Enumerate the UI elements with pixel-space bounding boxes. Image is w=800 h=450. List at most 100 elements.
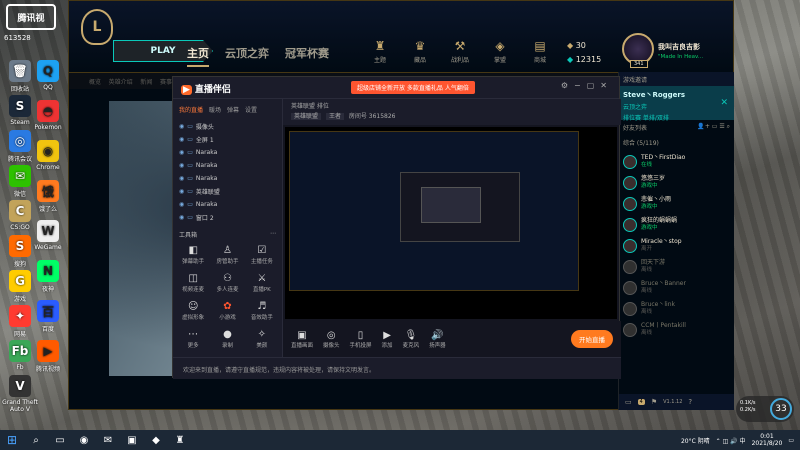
top-nav-3[interactable]: ◈ 掌盟 <box>483 39 517 64</box>
start-button[interactable]: ⊞ <box>0 430 24 450</box>
promo-banner[interactable]: 超级店铺全新开放 多款直播礼品 人气翻倍 <box>351 81 475 94</box>
friend-row[interactable]: TED丶FirstDiao 在线 <box>619 151 734 172</box>
eye-icon[interactable]: ◉ <box>179 214 184 221</box>
help-icon[interactable]: ? <box>688 398 692 406</box>
top-nav-0[interactable]: ♜ 主题 <box>363 39 397 64</box>
taskbar-app-icon[interactable]: ✉ <box>96 430 120 450</box>
subnav-news[interactable]: 新闻 <box>140 79 152 86</box>
add-friend-icon[interactable]: 👤+ ▭ ☰ ⌕ <box>697 123 730 131</box>
start-live-button[interactable]: 开始直播 <box>571 330 613 348</box>
toolbox-item[interactable]: ⚔ 直播PK <box>246 273 278 299</box>
eye-icon[interactable]: ◉ <box>179 188 184 195</box>
tray-icons[interactable]: ⌃ ◫ 🔊 中 <box>716 436 746 445</box>
desktop-icon[interactable]: 饿饿了么 <box>28 180 68 213</box>
toolbox-item[interactable]: ● 录制 <box>211 329 243 355</box>
friend-row[interactable]: Miracle丶stop 离开 <box>619 235 734 256</box>
source-layer[interactable]: ◉ ▭ Naraka <box>173 198 282 211</box>
tab-tft[interactable]: 云顶之弈 <box>225 45 269 61</box>
clock[interactable]: 0:01 2021/8/20 <box>752 433 783 447</box>
toolbox-item[interactable]: ☺ 虚拟形象 <box>177 301 209 327</box>
desktop-icon[interactable]: ◉ Chrome <box>28 140 68 171</box>
decline-invite-icon[interactable]: ✕ <box>720 98 728 108</box>
toolbox-item[interactable]: ♙ 房管助手 <box>211 245 243 271</box>
lock-icon[interactable]: ▭ <box>187 188 193 195</box>
friend-row[interactable]: CCM丨Pentakill 离线 <box>619 319 734 340</box>
desktop-icon[interactable]: N 夜神 <box>28 260 68 293</box>
taskbar-app-icon[interactable]: ⌕ <box>24 430 48 450</box>
desktop-icon[interactable]: ▶ 腾讯视频 <box>28 340 68 373</box>
room-title[interactable]: 英雄联盟 排位 <box>291 103 329 110</box>
summoner-status[interactable]: "Made In Heav... <box>658 54 703 60</box>
friend-group-header[interactable]: 综合 (5/119) <box>619 134 734 151</box>
tab-warmup[interactable]: 暖场 <box>209 105 221 114</box>
lock-icon[interactable]: ▭ <box>187 149 193 156</box>
taskbar-app-icon[interactable]: ♜ <box>168 430 192 450</box>
window-controls[interactable]: ⚙−▢✕ <box>561 81 613 90</box>
source-layer[interactable]: ◉ ▭ Naraka <box>173 159 282 172</box>
source-layer[interactable]: ◉ ▭ 全屏 1 <box>173 133 282 146</box>
lock-icon[interactable]: ▭ <box>187 201 193 208</box>
lock-icon[interactable]: ▭ <box>187 175 193 182</box>
eye-icon[interactable]: ◉ <box>179 136 184 143</box>
top-nav-1[interactable]: ♛ 藏品 <box>403 39 437 64</box>
lock-icon[interactable]: ▭ <box>187 214 193 221</box>
source-layer[interactable]: ◉ ▭ Naraka <box>173 172 282 185</box>
eye-icon[interactable]: ◉ <box>179 201 184 208</box>
friend-row[interactable]: Bruce丶link 离线 <box>619 298 734 319</box>
eye-icon[interactable]: ◉ <box>179 162 184 169</box>
notification-icon[interactable]: ▭ <box>788 437 794 444</box>
friend-row[interactable]: 悠悠三岁 游戏中 <box>619 172 734 193</box>
tab-home[interactable]: 主页 <box>187 45 209 67</box>
toolbox-item[interactable]: ⚇ 多人连麦 <box>211 273 243 299</box>
stream-control-button[interactable]: 🔊 扬声器 <box>429 330 446 349</box>
toolbox-more-icon[interactable]: ⋯ <box>270 230 276 239</box>
toolbox-item[interactable]: ◧ 弹幕助手 <box>177 245 209 271</box>
source-layer[interactable]: ◉ ▭ 英雄联盟 <box>173 185 282 198</box>
stream-control-button[interactable]: ▣ 直播画面 <box>291 330 313 349</box>
stream-control-button[interactable]: ▯ 手机投屏 <box>350 330 372 349</box>
lock-icon[interactable]: ▭ <box>187 136 193 143</box>
desktop-icon[interactable]: Q QQ <box>28 60 68 91</box>
friend-row[interactable]: 回天下游 离线 <box>619 256 734 277</box>
performance-widget[interactable]: 0.1K/s 0.2K/s 33 <box>736 396 794 422</box>
tab-my-live[interactable]: 我的直播 <box>179 105 203 114</box>
toolbox-item[interactable]: ☑ 主播任务 <box>246 245 278 271</box>
stream-control-button[interactable]: 🎙 麦克风 <box>403 330 420 349</box>
desktop-icon[interactable]: V Grand Theft Auto V <box>0 375 40 413</box>
top-nav-2[interactable]: ⚒ 战利品 <box>443 39 477 64</box>
stream-control-button[interactable]: ◎ 摄像头 <box>323 330 340 349</box>
toolbox-item[interactable]: ✿ 小游戏 <box>211 301 243 327</box>
desktop-icon[interactable]: W WeGame <box>28 220 68 251</box>
stream-control-button[interactable]: ▶ 添加 <box>382 330 393 349</box>
subnav-champions[interactable]: 英雄介绍 <box>109 79 133 86</box>
desktop-icon[interactable]: 百百度 <box>28 300 68 333</box>
subnav-overview[interactable]: 概览 <box>89 79 101 86</box>
taskbar-app-icon[interactable]: ◆ <box>144 430 168 450</box>
source-layer[interactable]: ◉ ▭ Naraka <box>173 146 282 159</box>
eye-icon[interactable]: ◉ <box>179 123 184 130</box>
stream-preview-canvas[interactable] <box>285 127 617 319</box>
source-layer[interactable]: ◉ ▭ 窗口 2 <box>173 211 282 224</box>
tab-danmaku[interactable]: 弹幕 <box>227 105 239 114</box>
friend-row[interactable]: 悲催丶小雨 游戏中 <box>619 193 734 214</box>
eye-icon[interactable]: ◉ <box>179 149 184 156</box>
game-invite-card[interactable]: Steve丶Roggers 云顶之弈 排位赛 单排/双排 ✕ <box>619 86 734 122</box>
tencent-video-icon[interactable]: 腾讯视 <box>6 4 56 30</box>
top-nav-4[interactable]: ▤ 商城 <box>523 39 557 64</box>
taskbar-app-icon[interactable]: ▭ <box>48 430 72 450</box>
toolbox-item[interactable]: ♬ 音效助手 <box>246 301 278 327</box>
tab-settings[interactable]: 设置 <box>245 105 257 114</box>
source-layer[interactable]: ◉ ▭ 摄像头 <box>173 120 282 133</box>
toolbox-item[interactable]: ✧ 美颜 <box>246 329 278 355</box>
lock-icon[interactable]: ▭ <box>187 123 193 130</box>
subnav-esports[interactable]: 赛事 <box>160 79 172 86</box>
chat-icon[interactable]: ▭ <box>625 398 632 406</box>
tab-clash[interactable]: 冠军杯赛 <box>285 45 329 61</box>
taskbar-app-icon[interactable]: ▣ <box>120 430 144 450</box>
taskbar-app-icon[interactable]: ◉ <box>72 430 96 450</box>
weather[interactable]: 20°C 阴晴 <box>681 436 710 445</box>
desktop-icon[interactable]: ◓ Pokemon <box>28 100 68 131</box>
toolbox-item[interactable]: ◫ 视频连麦 <box>177 273 209 299</box>
lock-icon[interactable]: ▭ <box>187 162 193 169</box>
mission-icon[interactable]: ⚑ <box>651 398 657 406</box>
